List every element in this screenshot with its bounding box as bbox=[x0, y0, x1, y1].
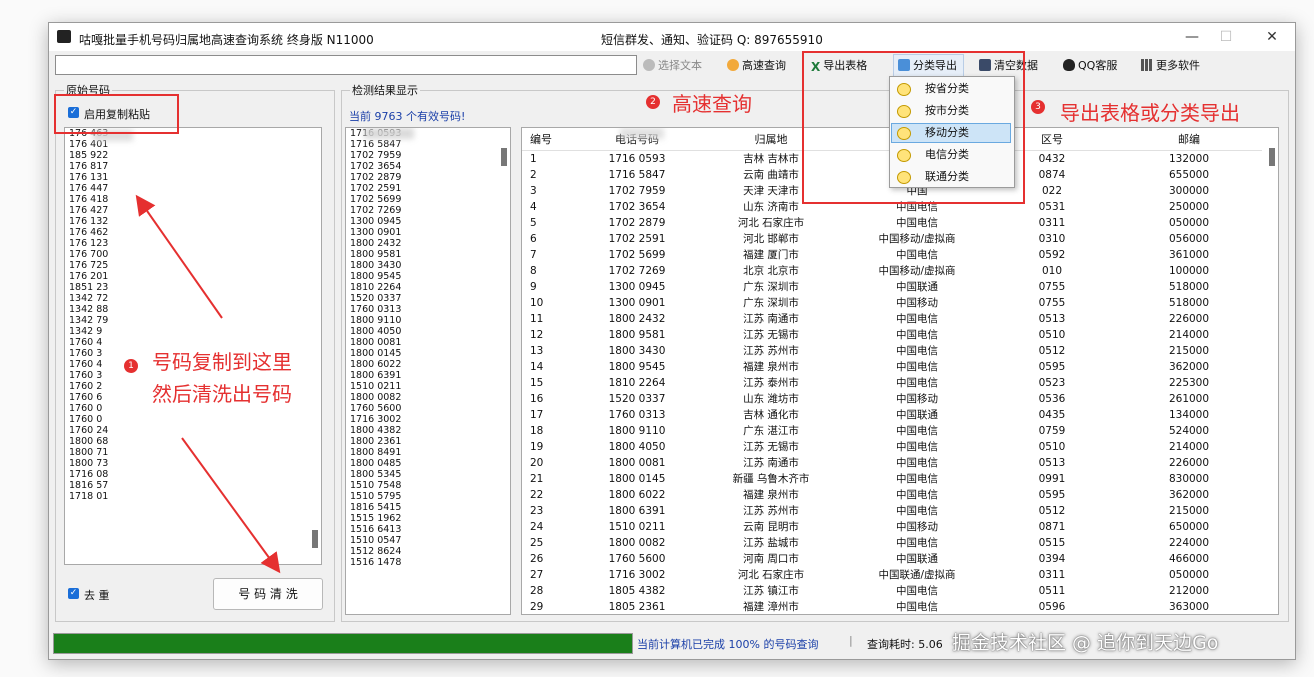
annotation-arrows bbox=[135, 194, 281, 574]
watermark: 掘金技术社区 @ 追你到天边Go bbox=[952, 632, 1219, 654]
arrow-to-clean-button bbox=[181, 437, 281, 574]
arrow-to-list bbox=[135, 194, 223, 319]
